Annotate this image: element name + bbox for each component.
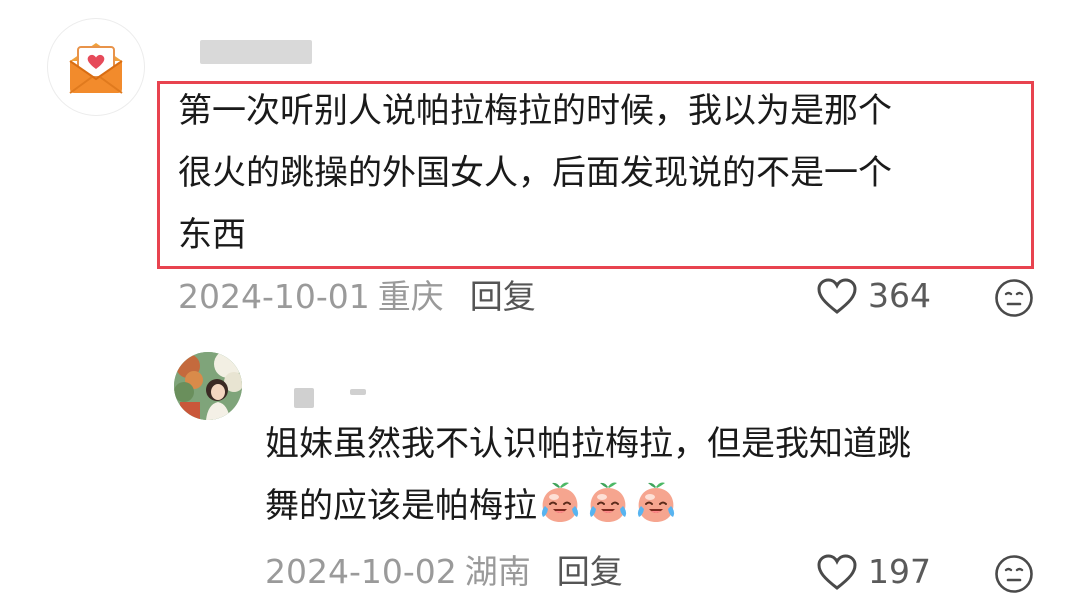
comment-meta: 2024-10-01 重庆 回复: [178, 277, 536, 317]
heart-outline-icon: [817, 553, 857, 590]
comment-location: 重庆: [377, 277, 444, 316]
neutral-face-icon[interactable]: [994, 554, 1034, 594]
comment-line: 舞的应该是帕梅拉: [265, 475, 1065, 537]
comment-line-text: 舞的应该是帕梅拉: [265, 486, 537, 526]
username-redacted: [350, 389, 366, 395]
comment-line: 姐妹虽然我不认识帕拉梅拉，但是我知道跳: [265, 424, 911, 464]
reply-text: 姐妹虽然我不认识帕拉梅拉，但是我知道跳 舞的应该是帕梅拉: [265, 413, 1065, 537]
comment-line: 第一次听别人说帕拉梅拉的时候，我以为是那个: [178, 91, 892, 131]
crying-laughing-peach-emoji: [637, 482, 675, 522]
crying-laughing-peach-emoji: [589, 482, 627, 522]
comment-date: 2024-10-01: [178, 277, 370, 316]
like-button[interactable]: 197: [816, 552, 931, 591]
neutral-face-icon[interactable]: [994, 278, 1034, 318]
envelope-heart-icon: [69, 43, 123, 94]
reply-date: 2024-10-02: [265, 552, 457, 591]
crying-laughing-peach-emoji: [541, 482, 579, 522]
comment-text: 第一次听别人说帕拉梅拉的时候，我以为是那个 很火的跳操的外国女人，后面发现说的不…: [178, 80, 1013, 266]
girl-portrait-avatar-image: [174, 352, 242, 420]
like-count: 197: [868, 552, 931, 591]
username-redacted: [200, 40, 312, 64]
like-count: 364: [868, 276, 931, 315]
reply-location: 湖南: [464, 552, 531, 591]
heart-outline-icon: [817, 277, 857, 314]
reply-avatar[interactable]: [174, 352, 242, 420]
reply-meta: 2024-10-02 湖南 回复: [265, 552, 623, 592]
avatar[interactable]: [47, 18, 145, 116]
username-redacted: [294, 388, 314, 408]
comment-line: 东西: [178, 215, 246, 255]
reply-button[interactable]: 回复: [557, 552, 623, 591]
comment-line: 很火的跳操的外国女人，后面发现说的不是一个: [178, 153, 892, 193]
like-button[interactable]: 364: [816, 276, 931, 315]
reply-button[interactable]: 回复: [470, 277, 536, 316]
